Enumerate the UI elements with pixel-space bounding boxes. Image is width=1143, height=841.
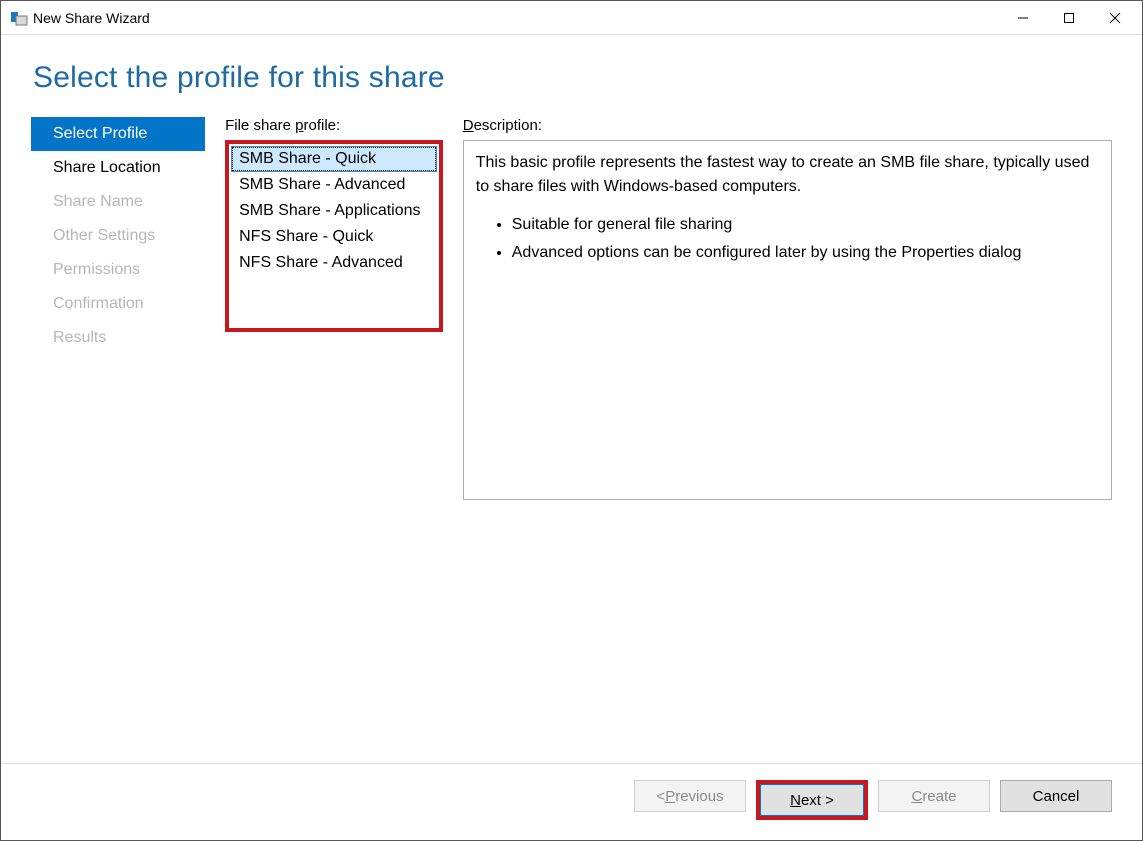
- previous-button: < Previous: [634, 780, 746, 812]
- create-button: Create: [878, 780, 990, 812]
- step-confirmation: Confirmation: [31, 287, 205, 321]
- step-other-settings: Other Settings: [31, 219, 205, 253]
- profile-item-nfs-quick[interactable]: NFS Share - Quick: [231, 224, 437, 250]
- profile-list-label: File share profile:: [225, 117, 443, 134]
- content-area: Select the profile for this share Select…: [1, 35, 1142, 763]
- page-title: Select the profile for this share: [33, 61, 1110, 95]
- wizard-window: New Share Wizard Select the profile for …: [0, 0, 1143, 841]
- description-bullet: Advanced options can be configured later…: [512, 241, 1099, 265]
- cancel-button[interactable]: Cancel: [1000, 780, 1112, 812]
- steps-list: Select Profile Share Location Share Name…: [31, 117, 205, 763]
- maximize-button[interactable]: [1046, 2, 1092, 34]
- next-button[interactable]: Next >: [760, 784, 864, 816]
- step-share-name: Share Name: [31, 185, 205, 219]
- step-permissions: Permissions: [31, 253, 205, 287]
- description-paragraph: This basic profile represents the fastes…: [476, 151, 1099, 199]
- step-share-location[interactable]: Share Location: [31, 151, 205, 185]
- profile-item-smb-advanced[interactable]: SMB Share - Advanced: [231, 172, 437, 198]
- next-button-highlight: Next >: [756, 780, 868, 820]
- app-icon: [9, 9, 27, 27]
- footer: < Previous Next > Create Cancel: [1, 763, 1142, 840]
- titlebar: New Share Wizard: [1, 1, 1142, 35]
- profile-item-smb-quick[interactable]: SMB Share - Quick: [231, 146, 437, 172]
- profile-item-smb-applications[interactable]: SMB Share - Applications: [231, 198, 437, 224]
- description-column: Description: This basic profile represen…: [463, 117, 1112, 763]
- wizard-body: Select Profile Share Location Share Name…: [1, 101, 1142, 763]
- description-bullets: Suitable for general file sharing Advanc…: [476, 213, 1099, 265]
- profile-item-nfs-advanced[interactable]: NFS Share - Advanced: [231, 250, 437, 276]
- description-bullet: Suitable for general file sharing: [512, 213, 1099, 237]
- step-select-profile[interactable]: Select Profile: [31, 117, 205, 151]
- description-box: This basic profile represents the fastes…: [463, 140, 1112, 500]
- profile-listbox[interactable]: SMB Share - Quick SMB Share - Advanced S…: [231, 146, 437, 326]
- page-header: Select the profile for this share: [1, 35, 1142, 101]
- window-title: New Share Wizard: [33, 10, 150, 26]
- profile-column: File share profile: SMB Share - Quick SM…: [225, 117, 443, 763]
- minimize-button[interactable]: [1000, 2, 1046, 34]
- close-button[interactable]: [1092, 2, 1138, 34]
- profile-list-highlight: SMB Share - Quick SMB Share - Advanced S…: [225, 140, 443, 332]
- step-results: Results: [31, 321, 205, 355]
- description-label: Description:: [463, 117, 1112, 134]
